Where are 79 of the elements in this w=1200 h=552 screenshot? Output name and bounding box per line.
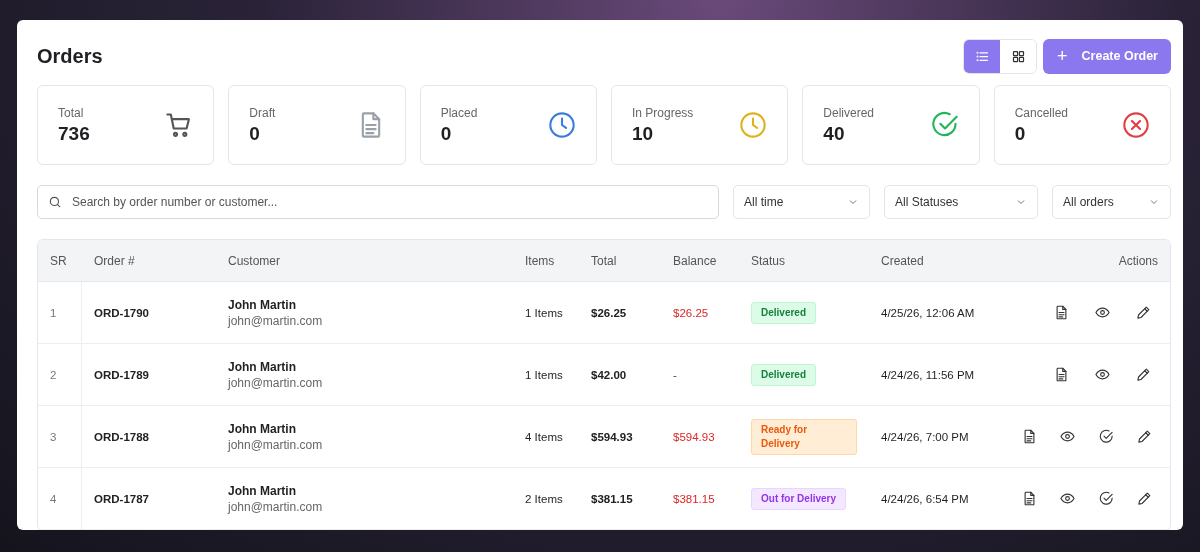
stat-value: 10 (632, 122, 655, 145)
filter-dropdown[interactable]: All orders (1052, 185, 1171, 219)
customer-name: John Martin (228, 359, 297, 374)
order-total: $381.15 (591, 492, 633, 505)
status-badge: Out for Delivery (751, 487, 847, 510)
column-header: Balance (673, 253, 717, 268)
stat-value: 0 (1014, 122, 1027, 145)
stat-value: 0 (440, 122, 453, 145)
filter-dropdown[interactable]: All time (733, 185, 870, 219)
customer-email: john@martin.com (228, 375, 324, 390)
created-date: 4/25/26, 12:06 AM (881, 306, 975, 319)
column-header: Items (525, 253, 555, 268)
column-header: Actions (1118, 253, 1158, 268)
stat-label: Delivered (823, 105, 875, 120)
document-icon (1021, 429, 1037, 444)
column-header: Status (751, 253, 786, 268)
created-date: 4/24/26, 6:54 PM (881, 492, 969, 505)
pencil-icon (1137, 491, 1153, 506)
balance-amount: - (673, 368, 677, 381)
pencil-icon (1137, 429, 1153, 444)
stat-label: Total (58, 105, 85, 120)
status-badge: Ready for Delivery (751, 418, 857, 455)
stat-label: Cancelled (1014, 105, 1069, 120)
status-badge: Delivered (751, 363, 817, 386)
created-date: 4/24/26, 11:56 PM (881, 368, 975, 381)
stat-label: In Progress (632, 105, 694, 120)
row-number: 3 (50, 430, 57, 443)
page-title: Orders (37, 44, 103, 68)
order-number: ORD-1789 (94, 368, 149, 381)
column-header: Customer (228, 253, 280, 268)
pencil-icon (1136, 367, 1151, 382)
create-order-button[interactable]: + Create Order (1043, 38, 1171, 74)
document-icon (1021, 491, 1037, 506)
item-count: 1 Items (525, 306, 563, 319)
column-header: SR (50, 253, 67, 268)
row-number: 1 (50, 306, 57, 319)
document-icon (1054, 305, 1069, 320)
order-number: ORD-1787 (94, 492, 149, 505)
row-number: 4 (50, 492, 57, 505)
search-field[interactable]: Search by order number or customer... (37, 185, 719, 219)
customer-email: john@martin.com (228, 499, 324, 514)
stat-value: 40 (823, 122, 846, 145)
document-icon (1054, 367, 1069, 382)
eye-icon (1095, 367, 1110, 382)
stat-value: 0 (249, 122, 261, 145)
customer-email: john@martin.com (228, 437, 324, 452)
item-count: 4 Items (525, 430, 563, 443)
item-count: 2 Items (525, 492, 563, 505)
pencil-icon (1136, 305, 1151, 320)
stat-label: Draft (249, 105, 276, 120)
search-icon (48, 195, 62, 209)
stat-label: Placed (440, 105, 478, 120)
eye-icon (1095, 305, 1110, 320)
order-total: $594.93 (591, 430, 633, 443)
eye-icon (1060, 429, 1076, 444)
balance-amount: $381.15 (673, 492, 715, 505)
filter-dropdown[interactable]: All Statuses (884, 185, 1038, 219)
customer-name: John Martin (228, 421, 297, 436)
balance-amount: $26.25 (673, 306, 709, 319)
customer-email: john@martin.com (228, 313, 324, 328)
status-badge: Delivered (751, 301, 817, 324)
stat-value: 736 (58, 122, 90, 145)
eye-icon (1060, 491, 1076, 506)
column-header: Total (591, 253, 617, 268)
created-date: 4/24/26, 7:00 PM (881, 430, 969, 443)
order-total: $42.00 (591, 368, 627, 381)
check-circle-icon (1098, 429, 1114, 444)
order-number: ORD-1788 (94, 430, 149, 443)
row-number: 2 (50, 368, 57, 381)
customer-name: John Martin (228, 483, 297, 498)
check-circle-icon (1098, 491, 1114, 506)
grid-icon (1010, 48, 1026, 64)
column-header: Created (881, 253, 924, 268)
balance-amount: $594.93 (673, 430, 715, 443)
order-number: ORD-1790 (94, 306, 149, 319)
order-total: $26.25 (591, 306, 627, 319)
column-header: Order # (94, 253, 135, 268)
customer-name: John Martin (228, 297, 297, 312)
item-count: 1 Items (525, 368, 563, 381)
